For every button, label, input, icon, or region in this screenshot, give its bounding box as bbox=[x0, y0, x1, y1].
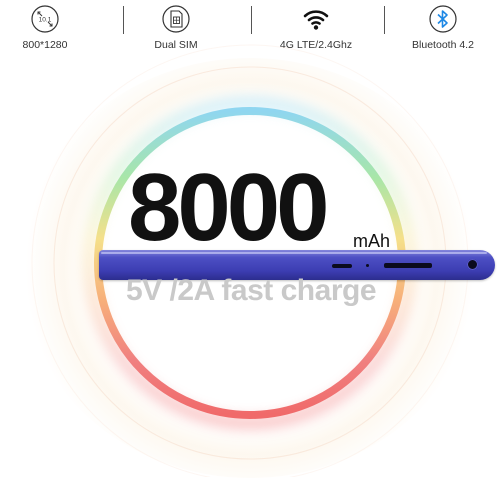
microphone-hole bbox=[366, 264, 369, 267]
headphone-jack bbox=[467, 259, 478, 270]
fast-charge-text: 5V /2A fast charge bbox=[126, 274, 377, 307]
battery-capacity: 8000 bbox=[128, 154, 330, 261]
battery-unit: mAh bbox=[353, 231, 391, 251]
tablet-edge-highlight bbox=[101, 252, 487, 254]
usb-port bbox=[332, 264, 352, 268]
speaker-grille bbox=[384, 263, 432, 268]
